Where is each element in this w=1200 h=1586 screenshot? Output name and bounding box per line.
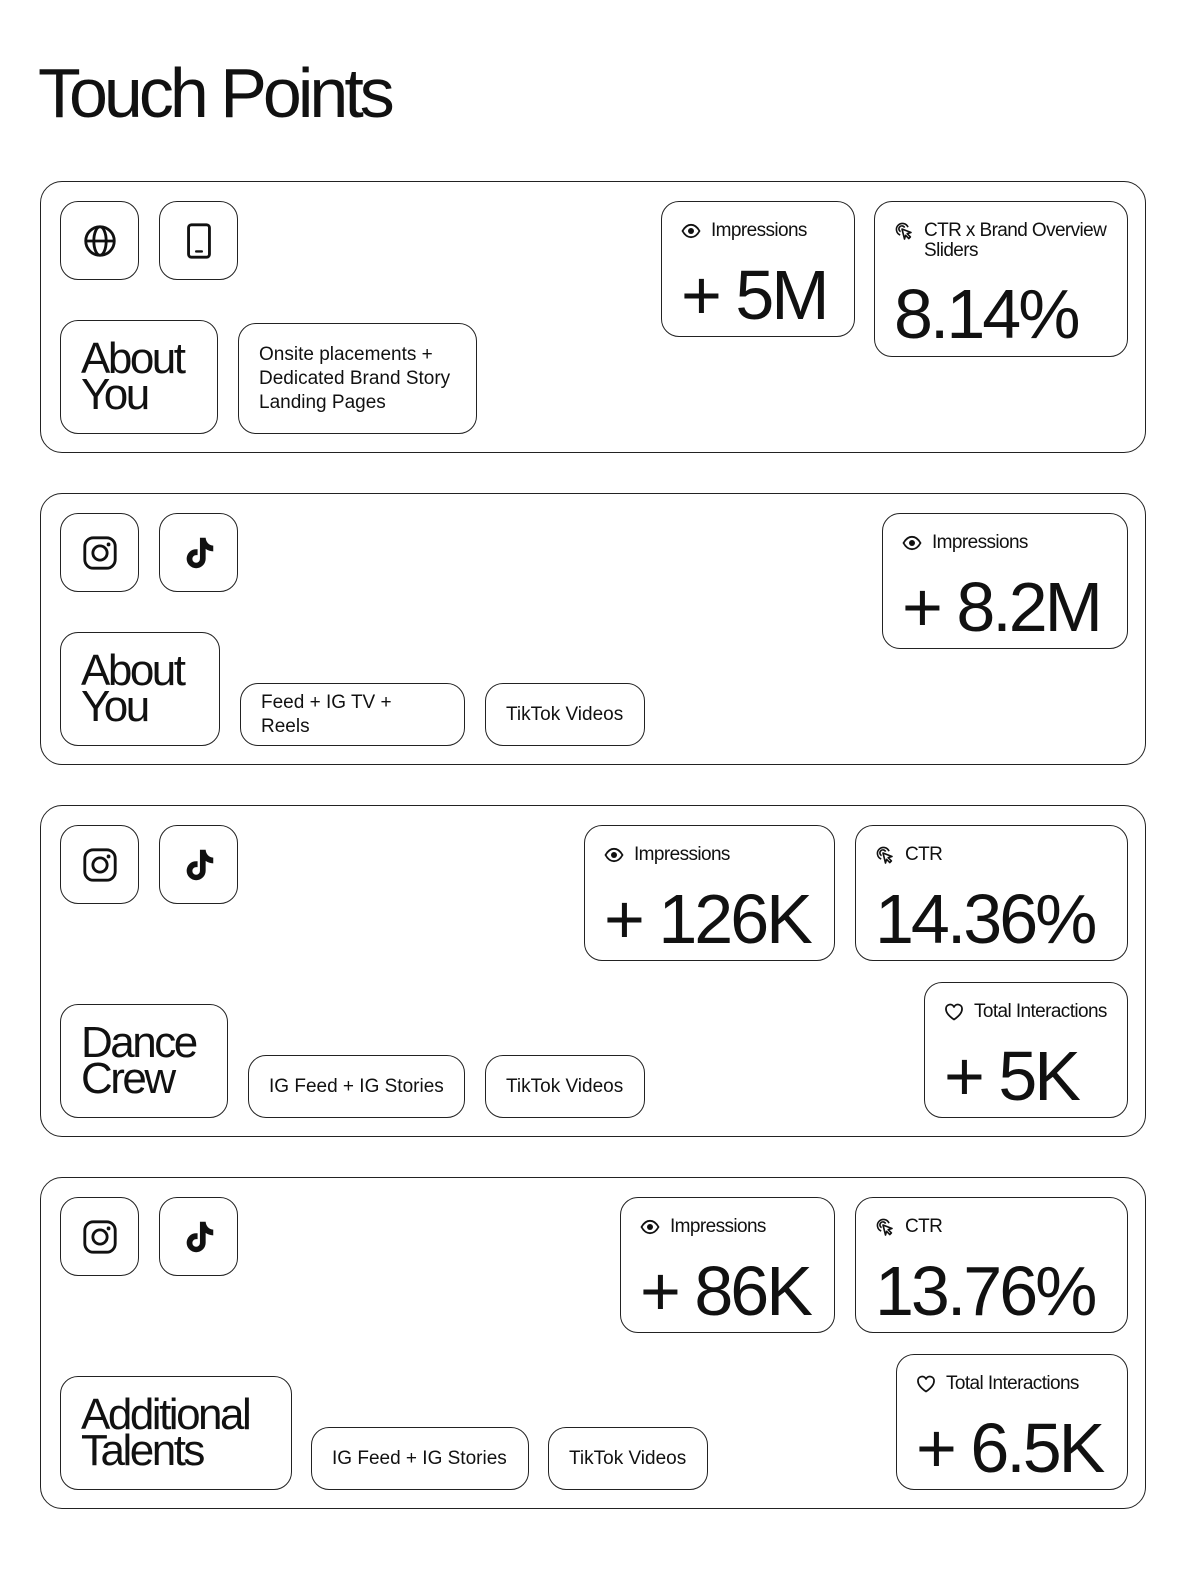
eye-icon [604,845,624,865]
touchpoint-card: About You Onsite placements + Dedicated … [40,181,1146,453]
impressions-stat: Impressions + 126K [584,825,835,961]
stat-label: Impressions [670,1216,766,1237]
interactions-stat: Total Interactions + 6.5K [896,1354,1128,1490]
stat-value: + 5K [944,1037,1081,1115]
cursor-click-icon [894,221,914,241]
eye-icon [681,221,701,241]
stat-label: CTR [905,1216,943,1237]
tiktok-icon [159,1197,238,1276]
impressions-stat: Impressions + 86K [620,1197,835,1333]
tiktok-icon [159,513,238,592]
stat-value: + 6.5K [916,1409,1105,1487]
ctr-stat: CTR 14.36% [855,825,1128,961]
touchpoint-name: About You [60,632,220,746]
channel-chip: TikTok Videos [548,1427,708,1490]
name-line: Crew [81,1054,176,1103]
touchpoint-card: Additional Talents IG Feed + IG Stories … [40,1177,1146,1509]
stat-label: Impressions [932,532,1028,553]
stat-value: 14.36% [875,880,1097,958]
stat-value: + 5M [681,256,830,334]
channel-chip: IG Feed + IG Stories [311,1427,529,1490]
channel-chip: TikTok Videos [485,1055,645,1118]
channel-chip: TikTok Videos [485,683,645,746]
stat-label: Impressions [711,220,807,241]
instagram-icon [60,1197,139,1276]
stat-label: Total Interactions [974,1001,1107,1022]
stat-value: + 126K [604,880,813,958]
stat-value: 13.76% [875,1252,1097,1330]
touchpoint-name: About You [60,320,218,434]
channel-chip: IG Feed + IG Stories [248,1055,465,1118]
eye-icon [902,533,922,553]
eye-icon [640,1217,660,1237]
touchpoint-card: About You Feed + IG TV + Reels TikTok Vi… [40,493,1146,765]
cursor-click-icon [875,845,895,865]
stat-label: Impressions [634,844,730,865]
stat-value: 8.14% [894,275,1080,353]
page-title: Touch Points [38,54,395,132]
globe-icon [60,201,139,280]
stat-value: + 86K [640,1252,813,1330]
cursor-click-icon [875,1217,895,1237]
heart-icon [916,1374,936,1394]
instagram-icon [60,825,139,904]
stat-label: Total Interactions [946,1373,1079,1394]
ctr-stat: CTR x Brand Overview Sliders 8.14% [874,201,1128,357]
tablet-icon [159,201,238,280]
impressions-stat: Impressions + 5M [661,201,855,337]
ctr-stat: CTR 13.76% [855,1197,1128,1333]
touchpoint-name: Dance Crew [60,1004,228,1118]
stat-value: + 8.2M [902,568,1103,646]
interactions-stat: Total Interactions + 5K [924,982,1128,1118]
channel-chip: Feed + IG TV + Reels [240,683,465,746]
touchpoint-card: Dance Crew IG Feed + IG Stories TikTok V… [40,805,1146,1137]
stat-label: CTR x Brand Overview Sliders [924,220,1107,261]
heart-icon [944,1002,964,1022]
channel-chip: Onsite placements + Dedicated Brand Stor… [238,323,477,434]
instagram-icon [60,513,139,592]
tiktok-icon [159,825,238,904]
touchpoint-name: Additional Talents [60,1376,292,1490]
impressions-stat: Impressions + 8.2M [882,513,1128,649]
name-line: Talents [81,1426,205,1475]
stat-label: CTR [905,844,943,865]
